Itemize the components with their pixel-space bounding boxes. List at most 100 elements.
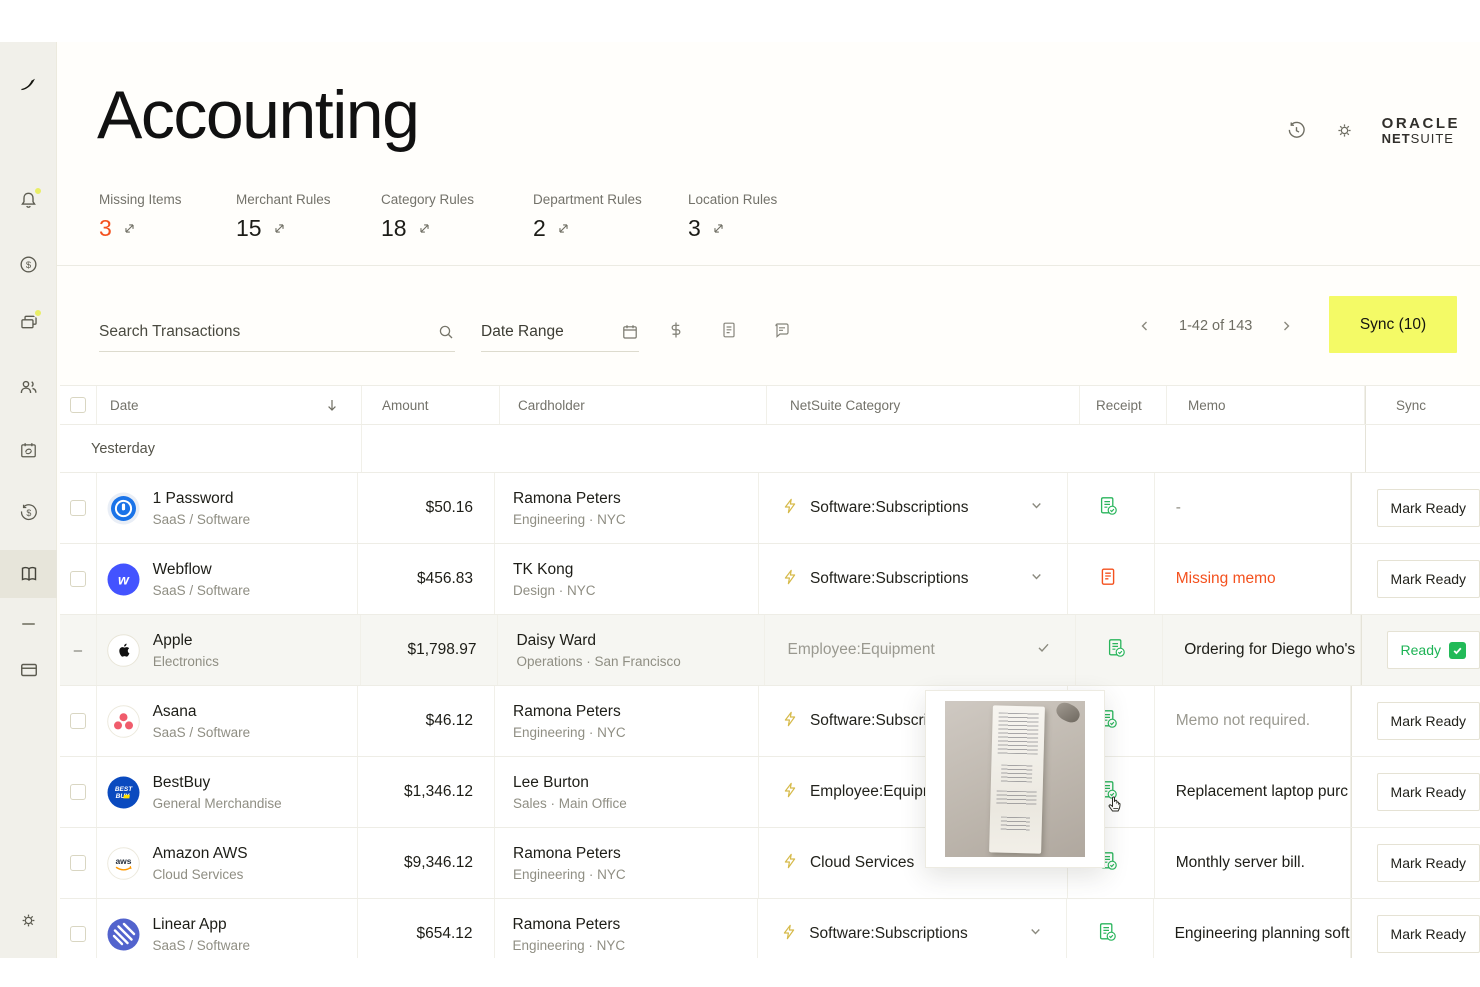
refund-dollar-icon[interactable]: $ — [0, 492, 57, 532]
select-all-checkbox[interactable] — [70, 397, 86, 413]
receipt-missing-icon[interactable] — [1098, 567, 1118, 592]
row-checkbox[interactable] — [70, 571, 86, 587]
cards-badge — [33, 308, 43, 318]
stat-missing-items[interactable]: Missing Items3 — [99, 192, 182, 242]
table-row[interactable]: – Apple Electronics $1,798.97 Daisy Ward… — [60, 615, 1480, 686]
mark-ready-button[interactable]: Mark Ready — [1377, 844, 1480, 882]
amount-cell: $46.12 — [358, 686, 495, 756]
merchant-category: SaaS / Software — [153, 938, 251, 953]
memo-text: Ordering for Diego who's — [1184, 641, 1355, 659]
stat-category-rules[interactable]: Category Rules18 — [381, 192, 474, 242]
mark-ready-button[interactable]: Mark Ready — [1377, 915, 1480, 953]
stats-row: Missing Items3 Merchant Rules15 Category R… — [57, 192, 1480, 262]
stat-department-rules[interactable]: Department Rules2 — [533, 192, 642, 242]
receipt-ok-icon[interactable] — [1098, 496, 1118, 521]
mark-ready-button[interactable]: Mark Ready — [1377, 773, 1480, 811]
merchant-category: SaaS / Software — [153, 725, 251, 740]
settings-gear-icon[interactable] — [0, 900, 57, 940]
col-amount[interactable]: Amount — [362, 386, 500, 424]
cardholder-name: Ramona Peters — [513, 703, 626, 721]
mark-ready-button[interactable]: Mark Ready — [1377, 489, 1480, 527]
chevron-down-icon[interactable] — [1030, 499, 1043, 517]
row-checkbox[interactable] — [70, 500, 86, 516]
row-select-cell — [60, 544, 97, 614]
card-icon[interactable] — [0, 650, 57, 690]
category-select[interactable]: Software:Subscriptions — [758, 899, 1067, 958]
accounting-book-icon[interactable] — [0, 550, 57, 598]
memo-cell: Engineering planning soft — [1154, 899, 1351, 958]
transactions-table: Date Amount Cardholder NetSuite Category… — [60, 385, 1480, 958]
row-checkbox[interactable] — [70, 713, 86, 729]
col-date[interactable]: Date — [97, 386, 362, 424]
merchant-cell: 1 Password SaaS / Software — [97, 473, 359, 543]
prev-page-icon[interactable] — [1137, 318, 1153, 334]
stat-location-rules[interactable]: Location Rules3 — [688, 192, 777, 242]
receipt-ok-icon[interactable] — [1097, 922, 1117, 947]
auto-categorized-icon — [782, 711, 798, 732]
row-checkbox[interactable] — [70, 784, 86, 800]
col-cardholder[interactable]: Cardholder — [500, 386, 767, 424]
comment-filter-icon[interactable] — [770, 318, 794, 342]
toolbar: Search Transactions Date Range — [57, 265, 1480, 385]
receipt-ok-icon[interactable] — [1106, 638, 1126, 663]
memo-cell: Ordering for Diego who's — [1163, 615, 1360, 685]
notifications-bell-icon[interactable] — [0, 180, 57, 220]
col-receipt[interactable]: Receipt — [1080, 386, 1167, 424]
aws-logo: aws — [107, 847, 140, 880]
expand-icon — [712, 222, 725, 235]
mark-ready-button[interactable]: Mark Ready — [1377, 560, 1480, 598]
table-row[interactable]: Linear App SaaS / Software $654.12 Ramon… — [60, 899, 1480, 958]
memo-cell: Monthly server bill. — [1155, 828, 1351, 898]
confirmed-check-icon[interactable] — [1036, 640, 1051, 660]
cardholder-cell: Lee Burton Sales · Main Office — [495, 757, 759, 827]
category-select[interactable]: Software:Subscriptions — [759, 544, 1068, 614]
sync-button[interactable]: Sync (10) — [1329, 296, 1457, 353]
category-value: Software:Subscriptions — [809, 925, 968, 943]
table-row[interactable]: BESTBUY BestBuy General Merchandise $1,3… — [60, 757, 1480, 828]
document-filter-icon[interactable] — [717, 318, 741, 342]
next-page-icon[interactable] — [1278, 318, 1294, 334]
gear-icon[interactable] — [1334, 120, 1356, 142]
table-row[interactable]: w Webflow SaaS / Software $456.83 TK Kon… — [60, 544, 1480, 615]
sync-cell: Ready — [1361, 615, 1480, 685]
search-input[interactable]: Search Transactions — [99, 312, 455, 352]
chevron-down-icon[interactable] — [1029, 925, 1042, 943]
category-select[interactable]: Employee:Equipment — [765, 615, 1077, 685]
oracle-netsuite-logo: ORACLE NETSUITE — [1382, 116, 1460, 145]
calendar-sync-icon[interactable] — [0, 430, 57, 470]
ramp-logo[interactable] — [0, 64, 57, 104]
dollar-circle-icon[interactable]: $ — [0, 244, 57, 284]
category-select[interactable]: Software:Subscriptions — [759, 473, 1068, 543]
search-icon — [437, 323, 455, 341]
merchant-name: BestBuy — [153, 774, 282, 792]
col-memo[interactable]: Memo — [1167, 386, 1365, 424]
mark-ready-button[interactable]: Mark Ready — [1377, 702, 1480, 740]
stat-merchant-rules[interactable]: Merchant Rules15 — [236, 192, 331, 242]
table-row[interactable]: aws Amazon AWS Cloud Services $9,346.12 … — [60, 828, 1480, 899]
svg-text:aws: aws — [115, 856, 131, 866]
table-row[interactable]: 1 Password SaaS / Software $50.16 Ramona… — [60, 473, 1480, 544]
expand-icon — [557, 222, 570, 235]
ready-button[interactable]: Ready — [1387, 631, 1480, 669]
date-range-picker[interactable]: Date Range — [481, 312, 639, 352]
cardholder-name: Ramona Peters — [513, 845, 626, 863]
row-checkbox[interactable] — [70, 926, 86, 942]
col-netsuite-category[interactable]: NetSuite Category — [767, 386, 1080, 424]
cards-icon[interactable] — [0, 302, 57, 342]
merchant-cell: w Webflow SaaS / Software — [97, 544, 359, 614]
svg-text:w: w — [118, 571, 130, 587]
category-value: Software:Subscriptions — [810, 499, 969, 517]
table-row[interactable]: Asana SaaS / Software $46.12 Ramona Pete… — [60, 686, 1480, 757]
amount-cell: $456.83 — [358, 544, 495, 614]
people-icon[interactable] — [0, 367, 57, 407]
chevron-down-icon[interactable] — [1030, 570, 1043, 588]
cardholder-dept: Engineering · NYC — [513, 725, 626, 740]
history-icon[interactable] — [1286, 120, 1308, 142]
collapsed-dash[interactable] — [0, 604, 57, 644]
col-sync[interactable]: Sync — [1365, 386, 1480, 424]
row-checkbox[interactable] — [70, 855, 86, 871]
amount-filter-icon[interactable] — [664, 318, 688, 342]
sync-cell: Mark Ready — [1351, 686, 1480, 756]
row-select-cell — [60, 828, 97, 898]
merchant-name: Amazon AWS — [153, 845, 248, 863]
